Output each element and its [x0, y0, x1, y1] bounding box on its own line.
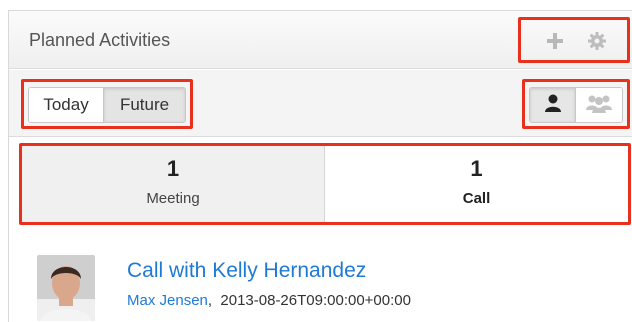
- tab-count: 1: [470, 156, 483, 181]
- dashlet-header: Planned Activities: [9, 11, 632, 69]
- assigned-user-link[interactable]: Max Jensen: [127, 292, 208, 309]
- group-icon: [586, 93, 612, 118]
- plus-icon[interactable]: [545, 31, 565, 51]
- tab-label: Call: [462, 190, 491, 207]
- tab-label: Meeting: [146, 190, 200, 207]
- list-item: Call with Kelly Hernandez Max Jensen, 20…: [9, 247, 632, 322]
- tab-call[interactable]: 1 Call: [325, 146, 628, 222]
- dashlet-title: Planned Activities: [29, 30, 171, 50]
- today-button[interactable]: Today: [29, 88, 105, 122]
- planned-activities-dashlet: Planned Activities Today Future 1 Meetin…: [8, 10, 632, 322]
- user-icon: [544, 93, 562, 118]
- dashlet-toolbar: Today Future: [9, 70, 632, 137]
- team-items-button[interactable]: [576, 88, 622, 122]
- my-items-button[interactable]: [530, 88, 577, 122]
- meta-separator: ,: [207, 292, 213, 309]
- avatar: [37, 255, 95, 321]
- activity-tabs-highlight: 1 Meeting 1 Call: [19, 143, 631, 225]
- activity-datetime: 2013-08-26T09:00:00+00:00: [220, 292, 411, 309]
- activity-meta: Max Jensen, 2013-08-26T09:00:00+00:00: [127, 292, 411, 309]
- tab-meeting[interactable]: 1 Meeting: [22, 146, 325, 222]
- visibility-toggle: [529, 87, 623, 123]
- future-button[interactable]: Future: [104, 88, 185, 122]
- tab-count: 1: [166, 156, 180, 181]
- header-actions-highlight: [518, 17, 630, 63]
- visibility-toggle-highlight: [522, 79, 630, 129]
- range-toggle: Today Future: [28, 87, 186, 123]
- range-toggle-highlight: Today Future: [21, 79, 193, 129]
- gear-icon[interactable]: [587, 31, 607, 51]
- activity-title-link[interactable]: Call with Kelly Hernandez: [127, 259, 366, 283]
